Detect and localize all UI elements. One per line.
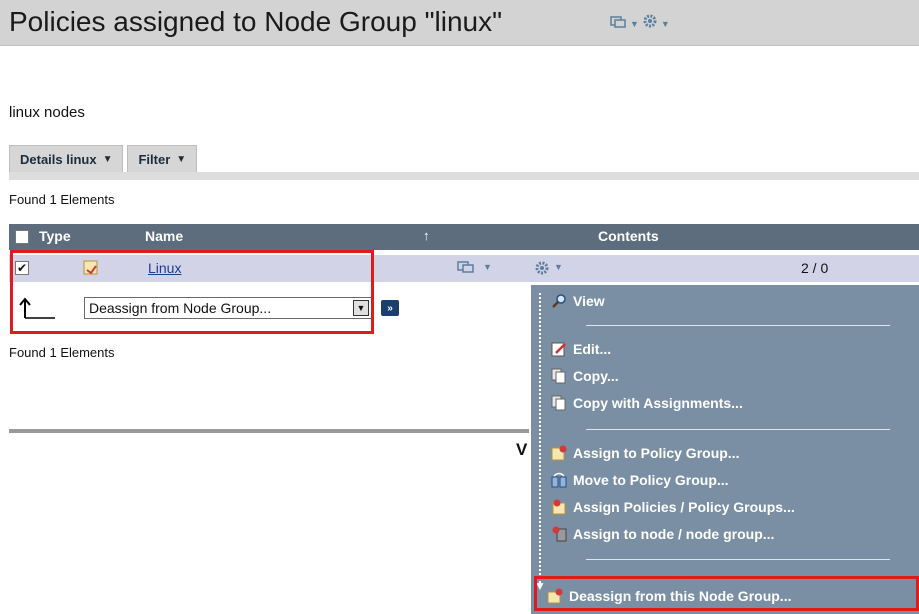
- menu-dotted-guide: [539, 293, 541, 583]
- sort-ascending-icon[interactable]: ↑: [423, 228, 430, 243]
- table-header: Type Name ↑ Contents: [9, 224, 919, 250]
- menu-item-label: Copy with Assignments...: [573, 395, 743, 411]
- menu-item-assign-to-policy-group[interactable]: Assign to Policy Group...: [551, 445, 739, 461]
- title-bar: Policies assigned to Node Group "linux" …: [0, 0, 919, 46]
- edit-icon: [551, 341, 567, 357]
- menu-item-label: Move to Policy Group...: [573, 472, 729, 488]
- select-all-checkbox[interactable]: [15, 230, 29, 244]
- menu-item-label: Edit...: [573, 341, 612, 357]
- partial-text: V: [516, 440, 528, 459]
- chevron-down-icon: ▼: [176, 153, 187, 165]
- assign-icon: [551, 445, 567, 461]
- page-title: Policies assigned to Node Group "linux": [9, 6, 503, 37]
- chevron-down-icon[interactable]: ▼: [483, 262, 492, 272]
- node-assign-icon: [551, 526, 567, 542]
- tab-label: Details linux: [20, 151, 97, 167]
- column-name[interactable]: Name: [145, 228, 183, 244]
- menu-separator: [586, 429, 890, 430]
- menu-separator: [586, 325, 890, 326]
- menu-item-label: Assign to node / node group...: [573, 526, 775, 542]
- menu-item-assign-to-node[interactable]: Assign to node / node group...: [551, 526, 774, 542]
- context-menu: ▼ View Edit... Copy... Copy with Assignm…: [531, 285, 919, 614]
- tab-bar: Details linux ▼ Filter ▼: [9, 145, 198, 172]
- menu-item-label: Assign to Policy Group...: [573, 445, 740, 461]
- title-actions: ▼ ▼: [610, 14, 670, 33]
- gear-icon[interactable]: [643, 14, 657, 33]
- chevron-down-icon[interactable]: ▼: [661, 19, 670, 29]
- menu-item-edit[interactable]: Edit...: [551, 341, 611, 357]
- assign-policies-icon: [551, 499, 567, 515]
- menu-item-move-to-policy-group[interactable]: Move to Policy Group...: [551, 472, 729, 488]
- node-group-description: linux nodes: [9, 104, 85, 121]
- row-contents-count: 2 / 0: [801, 260, 829, 276]
- magnifier-icon: [551, 293, 567, 309]
- tab-label: Filter: [138, 151, 171, 167]
- menu-item-label: Copy...: [573, 368, 619, 384]
- found-count-bottom: Found 1 Elements: [9, 345, 115, 360]
- divider: [9, 429, 529, 433]
- tab-details[interactable]: Details linux ▼: [9, 145, 124, 172]
- column-contents[interactable]: Contents: [598, 228, 659, 244]
- menu-item-view[interactable]: View: [551, 293, 605, 309]
- execute-action-button[interactable]: »: [381, 300, 399, 316]
- menu-item-label: View: [573, 293, 605, 309]
- tab-filter[interactable]: Filter ▼: [127, 145, 198, 172]
- menu-item-assign-policies[interactable]: Assign Policies / Policy Groups...: [551, 499, 795, 515]
- chevron-down-icon[interactable]: ▼: [554, 262, 563, 272]
- column-type[interactable]: Type: [39, 228, 71, 244]
- move-icon: [551, 472, 567, 488]
- chevron-down-icon[interactable]: ▼: [630, 19, 639, 29]
- window-icon[interactable]: [610, 15, 626, 33]
- tab-underline: [9, 172, 919, 180]
- highlight-box: [534, 576, 919, 611]
- gear-icon[interactable]: [535, 261, 549, 280]
- chevron-down-icon: ▼: [102, 153, 113, 165]
- copy-icon: [551, 395, 567, 411]
- copy-icon: [551, 368, 567, 384]
- highlight-box: [10, 250, 374, 334]
- menu-item-copy[interactable]: Copy...: [551, 368, 619, 384]
- found-count-top: Found 1 Elements: [9, 192, 115, 207]
- menu-item-copy-with-assignments[interactable]: Copy with Assignments...: [551, 395, 743, 411]
- menu-separator: [586, 559, 890, 560]
- window-icon[interactable]: [457, 261, 475, 279]
- menu-item-label: Assign Policies / Policy Groups...: [573, 499, 795, 515]
